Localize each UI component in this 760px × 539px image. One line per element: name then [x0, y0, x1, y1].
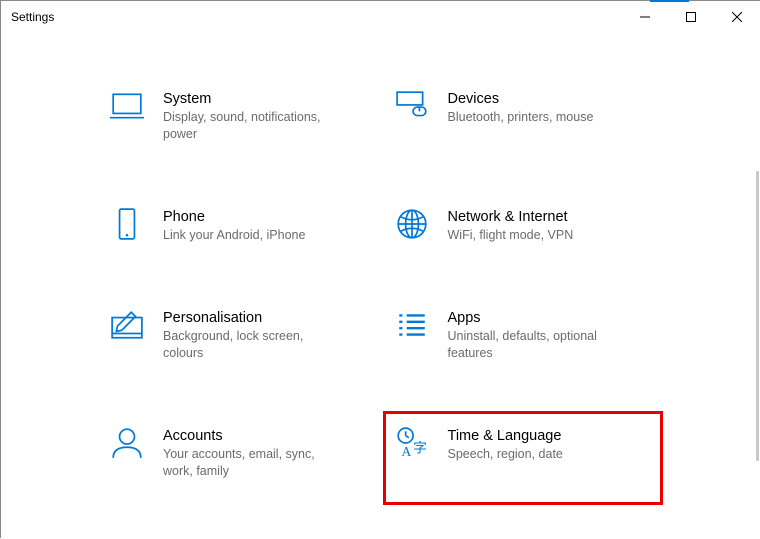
tile-label: Apps — [448, 308, 653, 328]
tile-label: Phone — [163, 207, 368, 227]
tile-apps[interactable]: Apps Uninstall, defaults, optional featu… — [386, 302, 661, 368]
tile-phone[interactable]: Phone Link your Android, iPhone — [101, 201, 376, 250]
titlebar: Settings — [1, 1, 760, 33]
settings-content: System Display, sound, notifications, po… — [1, 33, 760, 539]
tile-desc: Display, sound, notifications, power — [163, 109, 333, 143]
devices-icon — [394, 89, 430, 125]
tile-time-language[interactable]: A 字 Time & Language Speech, region, date — [386, 414, 661, 502]
tile-desc: Link your Android, iPhone — [163, 227, 333, 244]
tile-label: Time & Language — [448, 426, 653, 446]
tile-label: Accounts — [163, 426, 368, 446]
maximize-button[interactable] — [668, 1, 714, 33]
window-title: Settings — [11, 10, 54, 24]
tile-devices[interactable]: Devices Bluetooth, printers, mouse — [386, 83, 661, 149]
tile-accounts[interactable]: Accounts Your accounts, email, sync, wor… — [101, 420, 376, 486]
tile-desc: Background, lock screen, colours — [163, 328, 333, 362]
time-language-icon: A 字 — [394, 426, 430, 462]
tile-system[interactable]: System Display, sound, notifications, po… — [101, 83, 376, 149]
tile-label: Personalisation — [163, 308, 368, 328]
tile-label: Network & Internet — [448, 207, 653, 227]
tile-label: Devices — [448, 89, 653, 109]
svg-text:A: A — [401, 444, 411, 459]
window-controls — [622, 1, 760, 33]
svg-text:字: 字 — [413, 441, 427, 456]
tile-desc: Speech, region, date — [448, 446, 618, 463]
close-button[interactable] — [714, 1, 760, 33]
apps-list-icon — [394, 308, 430, 344]
settings-grid: System Display, sound, notifications, po… — [101, 83, 660, 539]
tile-desc: Bluetooth, printers, mouse — [448, 109, 618, 126]
minimize-button[interactable] — [622, 1, 668, 33]
system-icon — [109, 89, 145, 125]
globe-icon — [394, 207, 430, 243]
tile-desc: Your accounts, email, sync, work, family — [163, 446, 333, 480]
tile-desc: Uninstall, defaults, optional features — [448, 328, 618, 362]
phone-icon — [109, 207, 145, 243]
tile-label: System — [163, 89, 368, 109]
scrollbar[interactable] — [756, 171, 759, 461]
accounts-icon — [109, 426, 145, 462]
tile-network[interactable]: Network & Internet WiFi, flight mode, VP… — [386, 201, 661, 250]
tile-desc: WiFi, flight mode, VPN — [448, 227, 618, 244]
tile-personalisation[interactable]: Personalisation Background, lock screen,… — [101, 302, 376, 368]
paintbrush-icon — [109, 308, 145, 344]
